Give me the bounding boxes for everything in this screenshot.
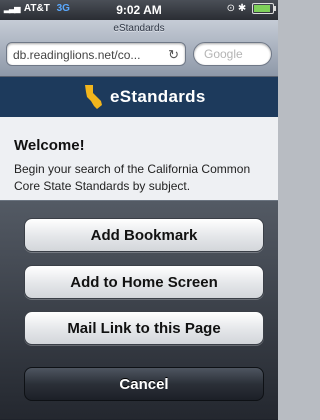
intro-text: Begin your search of the California Comm… [14, 162, 251, 193]
search-input[interactable] [193, 42, 272, 66]
url-text: db.readinglions.net/co... [13, 48, 141, 62]
california-state-icon [85, 85, 102, 109]
battery-icon [252, 3, 276, 14]
site-name: eStandards [110, 87, 206, 106]
lock-icon: ⊙ [226, 3, 236, 15]
browser-toolbar: eStandards db.readinglions.net/co... ↻ [0, 20, 278, 77]
reload-icon[interactable]: ↻ [168, 43, 179, 67]
site-header: eStandards [0, 77, 278, 117]
page-title: eStandards [113, 23, 165, 34]
status-bar: ▂▃▅ AT&T 3G 9:02 AM ⊙ ✱ [0, 0, 278, 20]
welcome-heading: Welcome! [14, 137, 85, 154]
add-bookmark-button[interactable]: Add Bookmark [24, 218, 264, 252]
add-to-home-screen-button[interactable]: Add to Home Screen [24, 265, 264, 299]
cancel-button[interactable]: Cancel [24, 367, 264, 401]
mail-link-button[interactable]: Mail Link to this Page [24, 311, 264, 345]
status-icons: ⊙ ✱ [226, 3, 276, 15]
bluetooth-icon: ✱ [237, 3, 247, 15]
address-bar[interactable]: db.readinglions.net/co... ↻ [6, 42, 186, 66]
